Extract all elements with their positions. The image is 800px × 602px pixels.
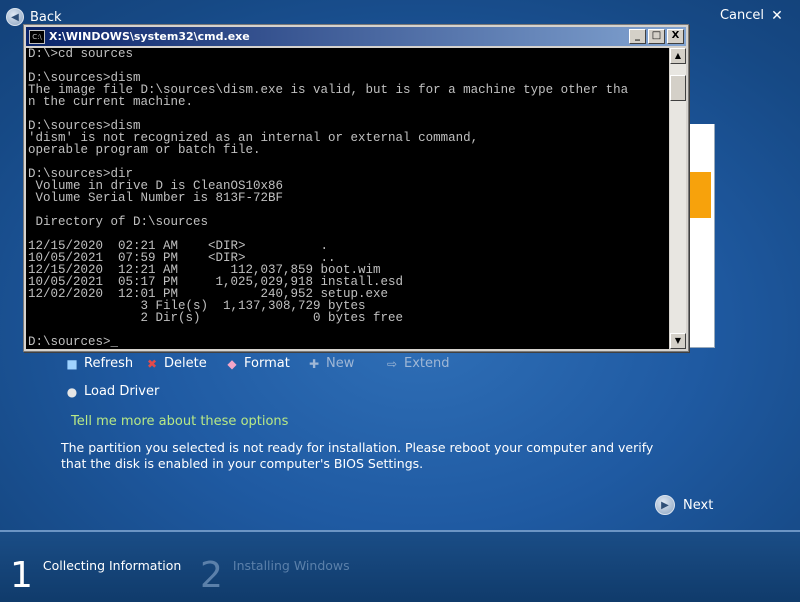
load-driver-button[interactable]: ● Load Driver	[66, 384, 160, 399]
step-label: Installing Windows	[232, 558, 350, 573]
help-link[interactable]: Tell me more about these options	[71, 414, 288, 429]
back-label: Back	[30, 9, 62, 25]
extend-label: Extend	[404, 356, 450, 371]
refresh-icon: ■	[66, 356, 78, 371]
load-driver-label: Load Driver	[84, 384, 160, 399]
console-output[interactable]: D:\>cd sources D:\sources>dism The image…	[26, 48, 669, 349]
delete-label: Delete	[164, 356, 207, 371]
next-arrow-icon: ▶	[655, 495, 675, 515]
plus-icon: ✚	[308, 356, 320, 371]
refresh-label: Refresh	[84, 356, 134, 371]
step-label: Collecting Information	[42, 558, 182, 573]
minimize-button[interactable]: _	[629, 29, 646, 44]
scroll-down-icon[interactable]: ▼	[670, 333, 686, 349]
step-number: 2	[200, 555, 223, 596]
error-message: The partition you selected is not ready …	[61, 440, 654, 471]
back-arrow-icon: ◀	[6, 8, 24, 26]
scroll-thumb[interactable]	[670, 75, 686, 101]
refresh-button[interactable]: ■ Refresh	[66, 356, 133, 371]
new-label: New	[326, 356, 355, 371]
next-button[interactable]: ▶ Next	[655, 495, 713, 515]
delete-icon: ✖	[146, 356, 158, 371]
format-label: Format	[244, 356, 290, 371]
console-text: D:\>cd sources D:\sources>dism The image…	[28, 48, 629, 349]
scroll-up-icon[interactable]: ▲	[670, 48, 686, 64]
setup-progress-bar: 1 Collecting Information 2 Installing Wi…	[0, 530, 800, 602]
new-button[interactable]: ✚ New	[308, 356, 354, 371]
eraser-icon: ◆	[227, 356, 237, 371]
step-number: 1	[10, 555, 33, 596]
extend-button[interactable]: ⇨ Extend	[386, 356, 450, 371]
delete-button[interactable]: ✖ Delete	[146, 356, 207, 371]
format-button[interactable]: ◆ Format	[226, 356, 290, 371]
cmd-app-icon: C:\	[29, 29, 45, 44]
disc-icon: ●	[66, 384, 78, 399]
step-installing-windows: 2 Installing Windows	[200, 532, 350, 594]
maximize-button[interactable]: □	[648, 29, 665, 44]
cmd-title-text: X:\WINDOWS\system32\cmd.exe	[49, 30, 250, 43]
extend-icon: ⇨	[386, 356, 398, 371]
console-scrollbar[interactable]: ▲ ▼	[670, 48, 686, 349]
cmd-title-bar[interactable]: C:\ X:\WINDOWS\system32\cmd.exe _ □ X	[26, 27, 686, 46]
close-button[interactable]: X	[667, 29, 684, 44]
cancel-button[interactable]: Cancel ✕	[720, 8, 784, 23]
cancel-label: Cancel	[719, 8, 764, 23]
next-label: Next	[683, 497, 714, 513]
cmd-window[interactable]: C:\ X:\WINDOWS\system32\cmd.exe _ □ X D:…	[23, 24, 689, 352]
step-collecting-information: 1 Collecting Information	[10, 532, 181, 594]
close-icon: ✕	[771, 7, 783, 24]
